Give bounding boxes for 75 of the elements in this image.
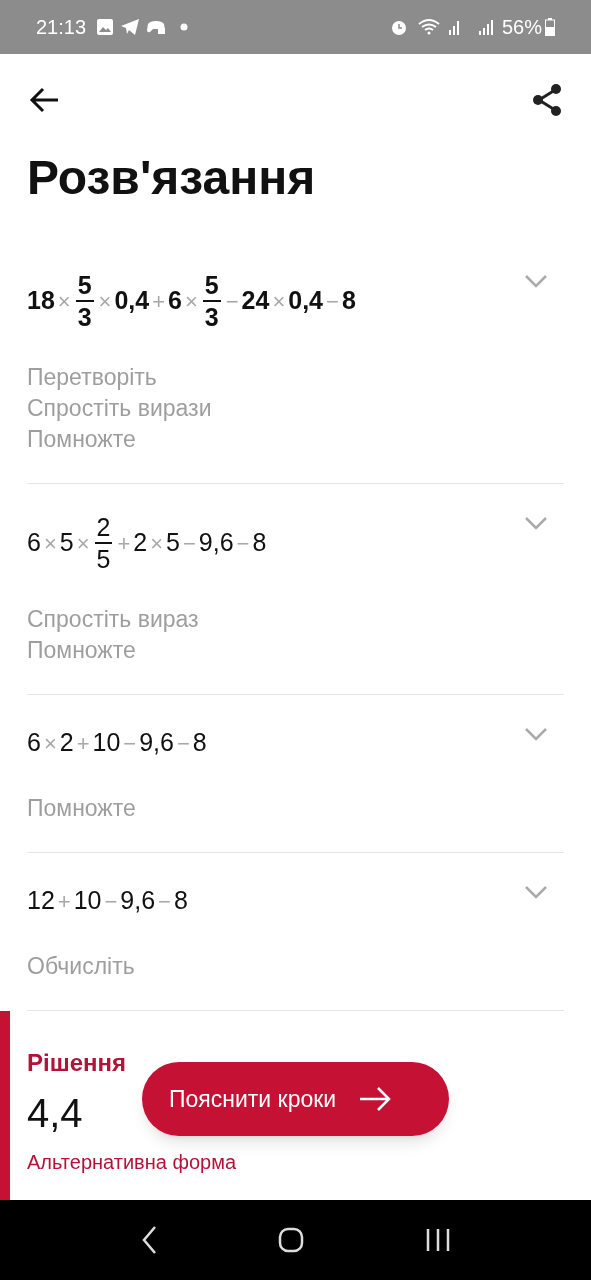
math-number: 24 [241, 285, 270, 317]
signal-icon [447, 18, 462, 36]
dot-icon [180, 23, 189, 31]
fraction-numerator: 2 [94, 512, 113, 544]
recent-apps-icon[interactable] [424, 1227, 451, 1253]
home-icon[interactable] [277, 1227, 304, 1253]
math-number: 9,6 [198, 527, 234, 559]
math-operator: + [57, 887, 71, 916]
math-operator: − [176, 729, 190, 758]
fraction-denominator: 3 [77, 302, 92, 332]
battery-icon [545, 18, 555, 36]
fraction-numerator: 5 [75, 270, 94, 302]
math-number: 8 [173, 885, 188, 917]
math-operator: − [123, 729, 137, 758]
math-number: 10 [92, 727, 121, 759]
math-number: 6 [168, 285, 182, 317]
step-hint: Спростіть вирази [27, 394, 213, 423]
math-operator: − [326, 287, 339, 316]
math-operator: − [104, 887, 118, 916]
fraction-denominator: 5 [96, 544, 111, 574]
image-icon [96, 18, 115, 36]
step-hint: Помножте [27, 425, 137, 454]
math-number: 8 [252, 527, 267, 559]
step-hint: Помножте [27, 636, 137, 665]
math-operator: × [98, 287, 112, 316]
wifi-icon [417, 18, 442, 36]
math-operator: − [236, 529, 250, 558]
math-operator: × [76, 529, 90, 558]
signal-icon [477, 18, 494, 36]
math-operator: − [225, 287, 239, 316]
math-operator: + [117, 529, 131, 558]
battery-percent: 56% [501, 15, 542, 40]
math-number: 12 [27, 885, 55, 917]
step-hint: Обчисліть [27, 952, 136, 981]
arrow-right-icon [358, 1086, 393, 1112]
fraction-denominator: 3 [204, 302, 219, 332]
math-number: 8 [192, 727, 207, 759]
math-number: 0,4 [288, 285, 324, 317]
back-arrow-icon[interactable] [28, 86, 60, 114]
math-operator: × [43, 729, 57, 758]
math-number: 5 [59, 527, 74, 559]
math-operator: × [184, 287, 198, 316]
clock: 21:13 [36, 15, 87, 40]
math-operator: + [76, 729, 90, 758]
math-operator: − [158, 887, 171, 916]
math-number: 0,4 [114, 285, 150, 317]
page-title: Розв'язання [26, 154, 317, 202]
math-operator: × [272, 287, 286, 316]
math-number: 8 [341, 285, 356, 317]
math-number: 10 [73, 885, 102, 917]
math-number: 2 [59, 727, 74, 759]
alarm-icon [389, 18, 408, 36]
paper-plane-icon [120, 18, 141, 36]
explain-steps-button[interactable]: Пояснити кроки [142, 1062, 449, 1136]
share-icon[interactable] [531, 83, 563, 117]
math-number: 9,6 [139, 727, 174, 759]
back-icon[interactable] [140, 1225, 157, 1255]
alternative-form-label: Альтернативна форма [27, 1150, 238, 1175]
math-number: 18 [27, 285, 55, 317]
solution-label: Рішення [27, 1048, 128, 1078]
math-number: 5 [166, 527, 180, 559]
step-hint: Помножте [27, 794, 137, 823]
math-number: 6 [27, 527, 41, 559]
step-hint: Спростіть вираз [27, 605, 200, 634]
solution-value: 4,4 [27, 1093, 83, 1133]
fraction-numerator: 5 [202, 270, 221, 302]
math-operator: × [150, 529, 164, 558]
math-number: 9,6 [120, 885, 156, 917]
math-number: 6 [27, 727, 41, 759]
math-operator: × [57, 287, 71, 316]
math-operator: − [182, 529, 196, 558]
math-number: 2 [133, 527, 148, 559]
step-hint: Перетворіть [27, 363, 158, 392]
math-operator: × [43, 529, 57, 558]
math-operator: + [152, 287, 166, 316]
